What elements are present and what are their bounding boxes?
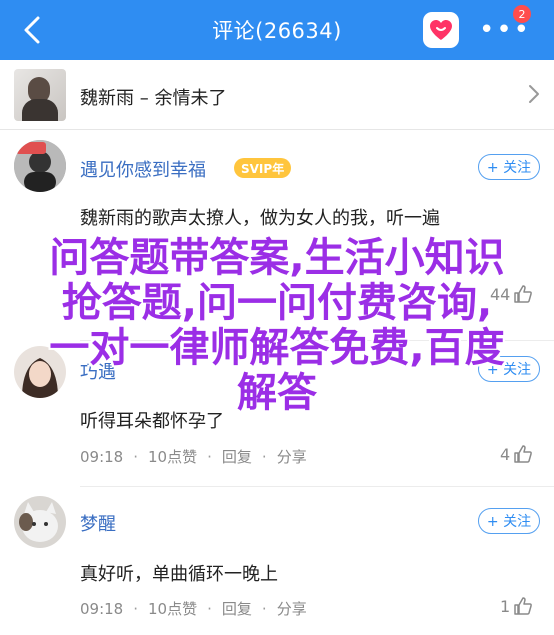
page-title: 评论(26634) [212, 19, 342, 43]
comment-meta: 09:18 · 10点赞 · 回复 · 分享 [80, 598, 307, 619]
username[interactable]: 遇见你感到幸福 [80, 156, 206, 182]
follow-button[interactable]: + 关注 [478, 508, 540, 534]
comment-time: 09:18 [80, 447, 124, 466]
avatar[interactable] [14, 140, 66, 192]
follow-button[interactable]: + 关注 [478, 154, 540, 180]
svip-badge: SVIP年 [234, 158, 292, 178]
song-cover-image [14, 69, 66, 121]
avatar-image [14, 140, 66, 192]
song-row[interactable]: 魏新雨 – 余情未了 [0, 60, 554, 130]
like-count: 1 [500, 596, 511, 616]
watermark-line: 问答题带答案,生活小知识 [49, 235, 505, 281]
avatar[interactable] [14, 496, 66, 548]
favorite-button[interactable] [423, 12, 459, 48]
comment-text: 魏新雨的歌声太撩人，做为女人的我，听一遍 [80, 208, 440, 229]
like-label[interactable]: 10点赞 [148, 446, 197, 467]
chevron-left-icon [24, 16, 40, 44]
avatar-image [14, 496, 66, 548]
like-count: 4 [500, 444, 511, 464]
chevron-right-icon [529, 85, 539, 103]
heart-icon [430, 20, 452, 40]
comment-text: 真好听，单曲循环一晚上 [80, 564, 278, 585]
watermark-line: 抢答题,问一问付费咨询, [61, 280, 493, 326]
thumbs-up-icon [514, 445, 533, 463]
reply-button[interactable]: 回复 [222, 598, 252, 619]
comment-time: 09:18 [80, 599, 124, 618]
thumbs-up-icon [514, 597, 533, 615]
watermark-line: 解答 [237, 370, 317, 416]
username[interactable]: 梦醒 [80, 510, 116, 536]
share-button[interactable]: 分享 [277, 598, 307, 619]
back-button[interactable] [14, 12, 50, 48]
like-button[interactable]: 1 [500, 596, 533, 616]
watermark-line: 一对一律师解答免费,百度 [49, 325, 505, 371]
notification-badge: 2 [513, 5, 531, 23]
like-label[interactable]: 10点赞 [148, 598, 197, 619]
watermark-overlay: 问答题带答案,生活小知识 抢答题,问一问付费咨询, 一对一律师解答免费,百度 解… [14, 236, 540, 416]
comment-item: 梦醒 + 关注 真好听，单曲循环一晚上 09:18 · 10点赞 · 回复 · … [0, 486, 554, 635]
top-bar: 评论(26634) ••• 2 [0, 0, 554, 60]
like-button[interactable]: 4 [500, 444, 533, 464]
more-icon: ••• [479, 15, 532, 45]
reply-button[interactable]: 回复 [222, 446, 252, 467]
comment-meta: 09:18 · 10点赞 · 回复 · 分享 [80, 446, 307, 467]
share-button[interactable]: 分享 [277, 446, 307, 467]
song-title: 魏新雨 – 余情未了 [80, 88, 227, 109]
